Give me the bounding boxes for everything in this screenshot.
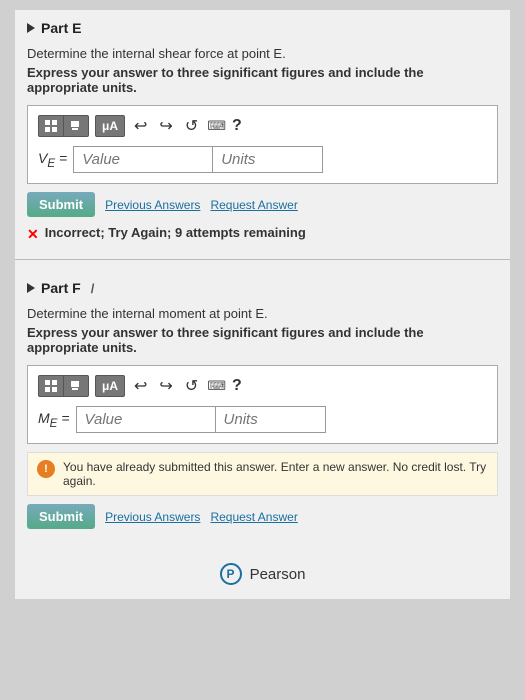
undo-btn-e[interactable]: ↩ <box>131 114 150 138</box>
pearson-logo-letter: P <box>227 567 235 581</box>
part-f-previous-btn[interactable]: Previous Answers <box>105 510 200 524</box>
part-f-info-box: ! You have already submitted this answer… <box>27 452 498 496</box>
part-e-instruction-bold: Express your answer to three significant… <box>27 65 498 95</box>
part-e-label: Part E <box>41 20 81 36</box>
part-f-answer-row: ME = <box>38 406 487 433</box>
reset-btn-f[interactable]: ↺ <box>182 374 201 398</box>
pencil-icon-btn-f[interactable] <box>64 376 88 396</box>
pearson-brand-text: Pearson <box>250 566 306 583</box>
toolbar-btn-group-f <box>38 375 89 397</box>
pearson-logo-circle: P <box>220 563 242 585</box>
keyboard-icon-f: ⌨ <box>207 378 226 394</box>
part-f-input-box: μA ↩ ↪ ↺ ⌨ ? ME = <box>27 365 498 444</box>
redo-btn-e[interactable]: ↪ <box>156 114 175 138</box>
part-f-value-input[interactable] <box>76 406 216 433</box>
part-f-instruction-bold: Express your answer to three significant… <box>27 325 498 355</box>
part-f-units-input[interactable] <box>216 406 326 433</box>
help-icon-f[interactable]: ? <box>232 377 242 395</box>
part-e-answer-row: VE = <box>38 146 487 173</box>
collapse-icon-e[interactable] <box>27 23 35 33</box>
part-e-value-input[interactable] <box>73 146 213 173</box>
error-x-icon-e: ✕ <box>27 226 39 243</box>
page-container: Part E Determine the internal shear forc… <box>15 10 510 599</box>
part-f-header: Part F / <box>27 280 498 296</box>
part-f-variable: ME = <box>38 410 70 430</box>
part-e-section: Part E Determine the internal shear forc… <box>15 10 510 255</box>
part-e-units-input[interactable] <box>213 146 323 173</box>
section-divider <box>15 259 510 260</box>
part-f-label: Part F <box>41 280 81 296</box>
part-e-previous-btn[interactable]: Previous Answers <box>105 198 200 212</box>
grid-icon-btn-f[interactable] <box>39 376 64 396</box>
part-f-submit-btn[interactable]: Submit <box>27 504 95 529</box>
reset-btn-e[interactable]: ↺ <box>182 114 201 138</box>
part-e-submit-btn[interactable]: Submit <box>27 192 95 217</box>
mu-a-label-f: μA <box>95 375 125 397</box>
toolbar-btn-group-e <box>38 115 89 137</box>
part-f-toolbar: μA ↩ ↪ ↺ ⌨ ? <box>38 374 487 398</box>
part-e-btn-row: Submit Previous Answers Request Answer <box>27 192 498 217</box>
part-f-info-text: You have already submitted this answer. … <box>63 460 488 488</box>
grid-icon-btn-e[interactable] <box>39 116 64 136</box>
part-e-variable: VE = <box>38 150 67 170</box>
undo-btn-f[interactable]: ↩ <box>131 374 150 398</box>
part-e-toolbar: μA ↩ ↪ ↺ ⌨ ? <box>38 114 487 138</box>
keyboard-icon-e: ⌨ <box>207 118 226 134</box>
part-f-request-btn[interactable]: Request Answer <box>210 510 297 524</box>
part-f-sub-label: / <box>91 281 95 296</box>
part-e-error: ✕ Incorrect; Try Again; 9 attempts remai… <box>27 225 498 243</box>
redo-btn-f[interactable]: ↪ <box>156 374 175 398</box>
pencil-icon-btn-e[interactable] <box>64 116 88 136</box>
mu-a-label-e: μA <box>95 115 125 137</box>
info-icon-f: ! <box>37 460 55 478</box>
part-e-instruction: Determine the internal shear force at po… <box>27 46 498 61</box>
pearson-footer: P Pearson <box>15 553 510 599</box>
part-e-request-btn[interactable]: Request Answer <box>210 198 297 212</box>
part-f-instruction: Determine the internal moment at point E… <box>27 306 498 321</box>
part-e-input-box: μA ↩ ↪ ↺ ⌨ ? VE = <box>27 105 498 184</box>
part-e-error-text: Incorrect; Try Again; 9 attempts remaini… <box>45 225 306 240</box>
help-icon-e[interactable]: ? <box>232 117 242 135</box>
collapse-icon-f[interactable] <box>27 283 35 293</box>
part-f-btn-row: Submit Previous Answers Request Answer <box>27 504 498 529</box>
part-e-header: Part E <box>27 20 498 36</box>
part-f-section: Part F / Determine the internal moment a… <box>15 270 510 549</box>
